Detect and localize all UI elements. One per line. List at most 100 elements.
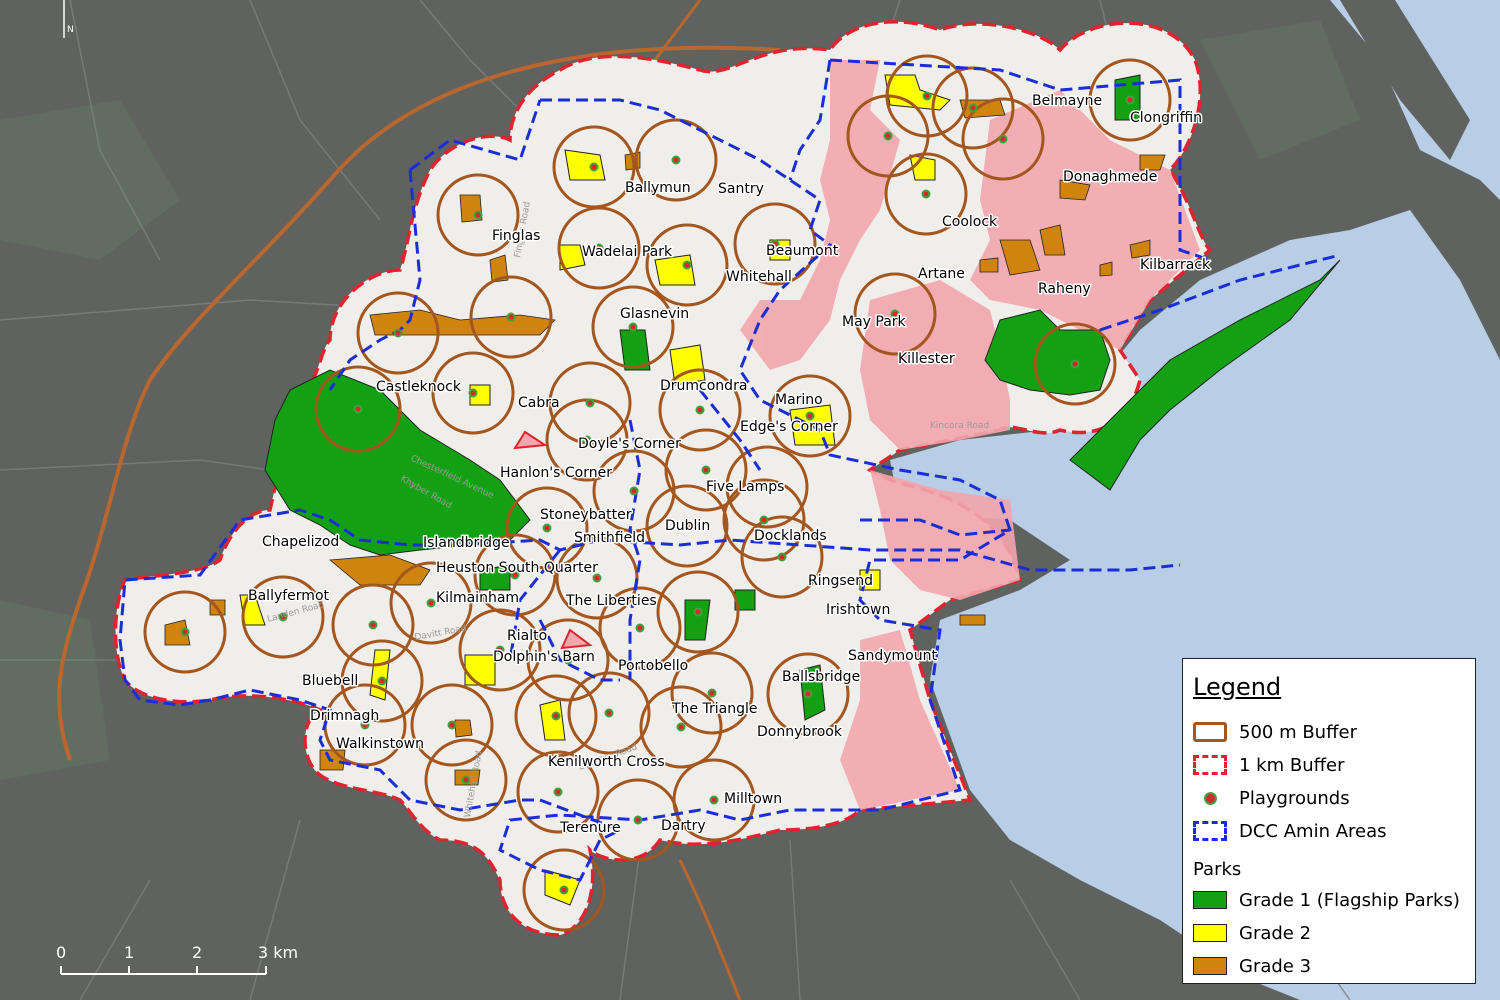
place-label: Drimnagh [310, 708, 379, 724]
place-label: Sandymount [848, 648, 937, 664]
playground-point [468, 388, 478, 398]
place-label: Kilmainham [436, 590, 519, 606]
place-label: Donnybrook [757, 724, 843, 740]
playground-point [671, 155, 681, 165]
place-label: Dublin [665, 518, 710, 534]
place-label: Cabra [518, 395, 560, 411]
playground-point [998, 134, 1008, 144]
place-label: Islandbridge [423, 535, 510, 551]
place-label: Portobello [618, 658, 688, 674]
place-label: Ringsend [808, 573, 873, 589]
place-label: Killester [898, 351, 955, 367]
place-label: Irishtown [826, 602, 890, 618]
legend-title: Legend [1193, 673, 1282, 701]
playground-point [426, 598, 436, 608]
place-label: Ballymun [625, 180, 691, 196]
scale-label: 1 [124, 943, 134, 962]
place-label: Kenilworth Cross [548, 754, 665, 770]
place-label: Whitehall [726, 269, 792, 285]
playground-point [628, 322, 638, 332]
playground-point [393, 328, 403, 338]
place-label: Docklands [754, 528, 827, 544]
playground-point [180, 627, 190, 637]
place-label: Wadelai Park [582, 244, 673, 260]
playground-point [604, 708, 614, 718]
legend-item-buffer-500: 500 m Buffer [1193, 719, 1357, 745]
place-label: Milltown [724, 791, 782, 807]
legend-label: 500 m Buffer [1239, 721, 1357, 743]
place-label: Dolphin's Barn [493, 649, 595, 665]
playground-point [968, 103, 978, 113]
legend: Legend 500 m Buffer 1 km Buffer Playgrou… [1182, 658, 1476, 984]
place-label: May Park [842, 314, 907, 330]
legend-item-playgrounds: Playgrounds [1193, 785, 1350, 811]
place-label: Marino [775, 392, 823, 408]
legend-item-dcc-areas: DCC Amin Areas [1193, 818, 1387, 844]
playground-point [353, 404, 363, 414]
playground-point [633, 815, 643, 825]
place-label: Donaghmede [1063, 169, 1157, 185]
grade1-swatch [1193, 891, 1227, 909]
place-label: Smithfield [574, 530, 645, 546]
playground-point [707, 688, 717, 698]
playground-point [1070, 359, 1080, 369]
place-label: The Liberties [565, 593, 657, 609]
playground-point [506, 312, 516, 322]
road-label: Kincora Road [930, 421, 989, 431]
place-label: Heuston South Quarter [436, 560, 598, 576]
legend-label: DCC Amin Areas [1239, 820, 1387, 842]
place-label: Stoneybatter [540, 507, 632, 523]
legend-label: 1 km Buffer [1239, 754, 1345, 776]
grade2-swatch [1193, 924, 1227, 942]
legend-item-buffer-1km: 1 km Buffer [1193, 752, 1345, 778]
place-label: Santry [718, 181, 764, 197]
scale-label: 3 km [258, 943, 298, 962]
grade3-swatch [1193, 957, 1227, 975]
playground-point [553, 787, 563, 797]
place-label: Clongriffin [1130, 110, 1202, 126]
playground-point [709, 795, 719, 805]
buffer-1km-swatch [1193, 755, 1227, 775]
place-label: Terenure [559, 820, 621, 836]
playground-point [559, 885, 569, 895]
playground-point [682, 260, 692, 270]
playground-point [585, 398, 595, 408]
legend-item-grade1: Grade 1 (Flagship Parks) [1193, 887, 1460, 913]
playground-point [542, 523, 552, 533]
playground-point [701, 465, 711, 475]
playground-point [803, 689, 813, 699]
north-label: N [67, 25, 74, 35]
scale-label: 2 [192, 943, 202, 962]
legend-parks-heading: Parks [1193, 859, 1242, 880]
place-label: Ballsbridge [782, 669, 860, 685]
place-label: Dartry [661, 818, 706, 834]
playground-icon [1193, 787, 1227, 809]
buffer-500-swatch [1193, 722, 1227, 742]
playground-point [883, 131, 893, 141]
playground-point [676, 722, 686, 732]
place-label: Doyle's Corner [578, 436, 681, 452]
place-label: Artane [918, 266, 965, 282]
place-label: Chapelizod [262, 534, 339, 550]
place-label: Bluebell [302, 673, 358, 689]
place-label: Beaumont [766, 243, 839, 259]
playground-point [589, 162, 599, 172]
legend-item-grade3: Grade 3 [1193, 953, 1311, 979]
playground-point [551, 711, 561, 721]
place-label: Finglas [492, 228, 540, 244]
place-label: Hanlon's Corner [500, 465, 612, 481]
playground-point [695, 405, 705, 415]
playground-point [635, 623, 645, 633]
playground-point [693, 607, 703, 617]
place-label: Belmayne [1032, 93, 1102, 109]
place-label: Kilbarrack [1140, 257, 1211, 273]
playground-point [777, 552, 787, 562]
playground-point [447, 720, 457, 730]
legend-label: Grade 3 [1239, 955, 1312, 977]
place-label: Five Lamps [706, 479, 784, 495]
legend-label: Grade 1 (Flagship Parks) [1239, 889, 1460, 911]
playground-point [473, 210, 483, 220]
place-label: Ballyfermot [248, 588, 330, 604]
playground-point [921, 189, 931, 199]
place-label: The Triangle [671, 701, 757, 717]
